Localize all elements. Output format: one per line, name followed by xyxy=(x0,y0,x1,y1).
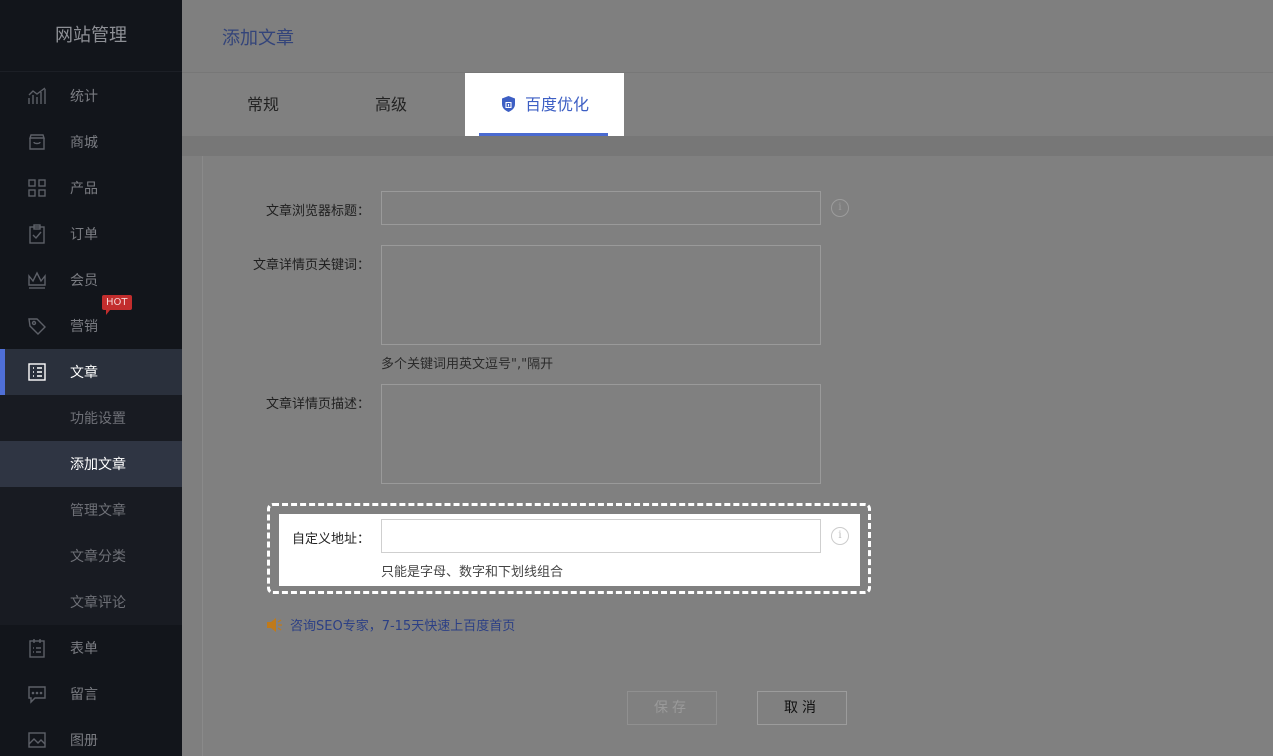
save-button[interactable]: 保存 xyxy=(627,691,717,725)
browser-title-input[interactable] xyxy=(381,191,821,225)
submenu-item-settings[interactable]: 功能设置 xyxy=(0,395,182,441)
info-icon[interactable]: i xyxy=(831,199,849,217)
crown-icon xyxy=(28,271,46,289)
form-icon xyxy=(29,639,45,658)
custom-url-label: 自定义地址： xyxy=(291,532,370,547)
seo-promo-link[interactable]: 咨询SEO专家，7-15天快速上百度首页 xyxy=(266,615,515,634)
tab-label: 百度优化 xyxy=(524,95,589,114)
sidebar-item-label: 会员 xyxy=(70,273,98,289)
grid-icon xyxy=(28,179,46,197)
sidebar-item-gallery[interactable]: 图册 xyxy=(0,717,182,756)
article-submenu: 功能设置 添加文章 管理文章 文章分类 文章评论 xyxy=(0,395,182,625)
sidebar-item-label: 图册 xyxy=(70,733,98,749)
sidebar-item-members[interactable]: 会员 xyxy=(0,257,182,303)
sidebar-item-messages[interactable]: 留言 xyxy=(0,671,182,717)
sidebar-item-label: 商城 xyxy=(70,135,98,151)
sidebar-item-label: 文章 xyxy=(70,365,98,381)
page-header: 添加文章 xyxy=(182,0,1273,73)
sidebar-item-label: 产品 xyxy=(70,181,98,197)
sidebar-title: 网站管理 xyxy=(0,0,182,72)
sidebar-item-marketing[interactable]: 营销 HOT xyxy=(0,295,182,349)
tag-icon xyxy=(28,318,46,335)
sidebar-item-label: 订单 xyxy=(70,227,98,243)
sidebar-item-label: 留言 xyxy=(70,687,98,703)
sidebar-item-label: 表单 xyxy=(70,641,98,657)
sidebar-item-articles[interactable]: 文章 xyxy=(0,349,182,395)
speaker-icon xyxy=(267,617,282,632)
info-icon[interactable]: i xyxy=(831,527,849,545)
submenu-item-comments[interactable]: 文章评论 xyxy=(0,579,182,625)
message-icon xyxy=(28,686,46,704)
description-label: 文章详情页描述： xyxy=(265,397,370,412)
tab-advanced[interactable]: 高级 xyxy=(375,73,407,136)
sidebar-item-label: 统计 xyxy=(70,89,98,105)
sidebar-item-store[interactable]: 商城 xyxy=(0,119,182,165)
hot-badge: HOT xyxy=(102,295,132,315)
baidu-shield-icon xyxy=(501,96,515,112)
sidebar-item-orders[interactable]: 订单 xyxy=(0,211,182,257)
article-icon xyxy=(28,363,46,381)
submenu-label: 管理文章 xyxy=(70,503,126,519)
sidebar-item-stats[interactable]: 统计 xyxy=(0,73,182,119)
keywords-textarea[interactable] xyxy=(381,245,821,345)
custom-url-hint: 只能是字母、数字和下划线组合 xyxy=(381,565,564,580)
sidebar-item-forms[interactable]: 表单 xyxy=(0,625,182,671)
submenu-label: 文章分类 xyxy=(70,549,126,565)
submenu-item-add-article[interactable]: 添加文章 xyxy=(0,441,182,487)
tab-general[interactable]: 常规 xyxy=(247,73,279,136)
sidebar: 网站管理 统计 商城 产品 订单 会员 营销 HOT 文章 功能设置 添加文章 … xyxy=(0,0,182,756)
image-icon xyxy=(28,732,46,748)
submenu-label: 文章评论 xyxy=(70,595,126,611)
tab-bar: 常规 高级 百度优化 xyxy=(182,73,1273,136)
submenu-label: 功能设置 xyxy=(70,411,126,427)
keywords-label: 文章详情页关键词： xyxy=(252,258,370,273)
submenu-item-manage-articles[interactable]: 管理文章 xyxy=(0,487,182,533)
custom-url-input[interactable] xyxy=(381,519,821,553)
sidebar-item-products[interactable]: 产品 xyxy=(0,165,182,211)
cancel-button[interactable]: 取消 xyxy=(757,691,847,725)
chart-icon xyxy=(28,87,46,104)
keywords-hint: 多个关键词用英文逗号","隔开 xyxy=(381,357,554,372)
browser-title-label: 文章浏览器标题： xyxy=(265,204,370,219)
description-textarea[interactable] xyxy=(381,384,821,484)
page-title: 添加文章 xyxy=(222,28,294,49)
submenu-label: 添加文章 xyxy=(70,457,126,473)
submenu-item-categories[interactable]: 文章分类 xyxy=(0,533,182,579)
seo-promo-text: 咨询SEO专家，7-15天快速上百度首页 xyxy=(290,619,516,634)
content-gap xyxy=(182,136,1273,156)
store-icon xyxy=(29,134,45,150)
clipboard-icon xyxy=(29,224,45,244)
sidebar-item-label: 营销 xyxy=(70,319,98,335)
tab-baidu-seo[interactable]: 百度优化 xyxy=(465,73,624,136)
